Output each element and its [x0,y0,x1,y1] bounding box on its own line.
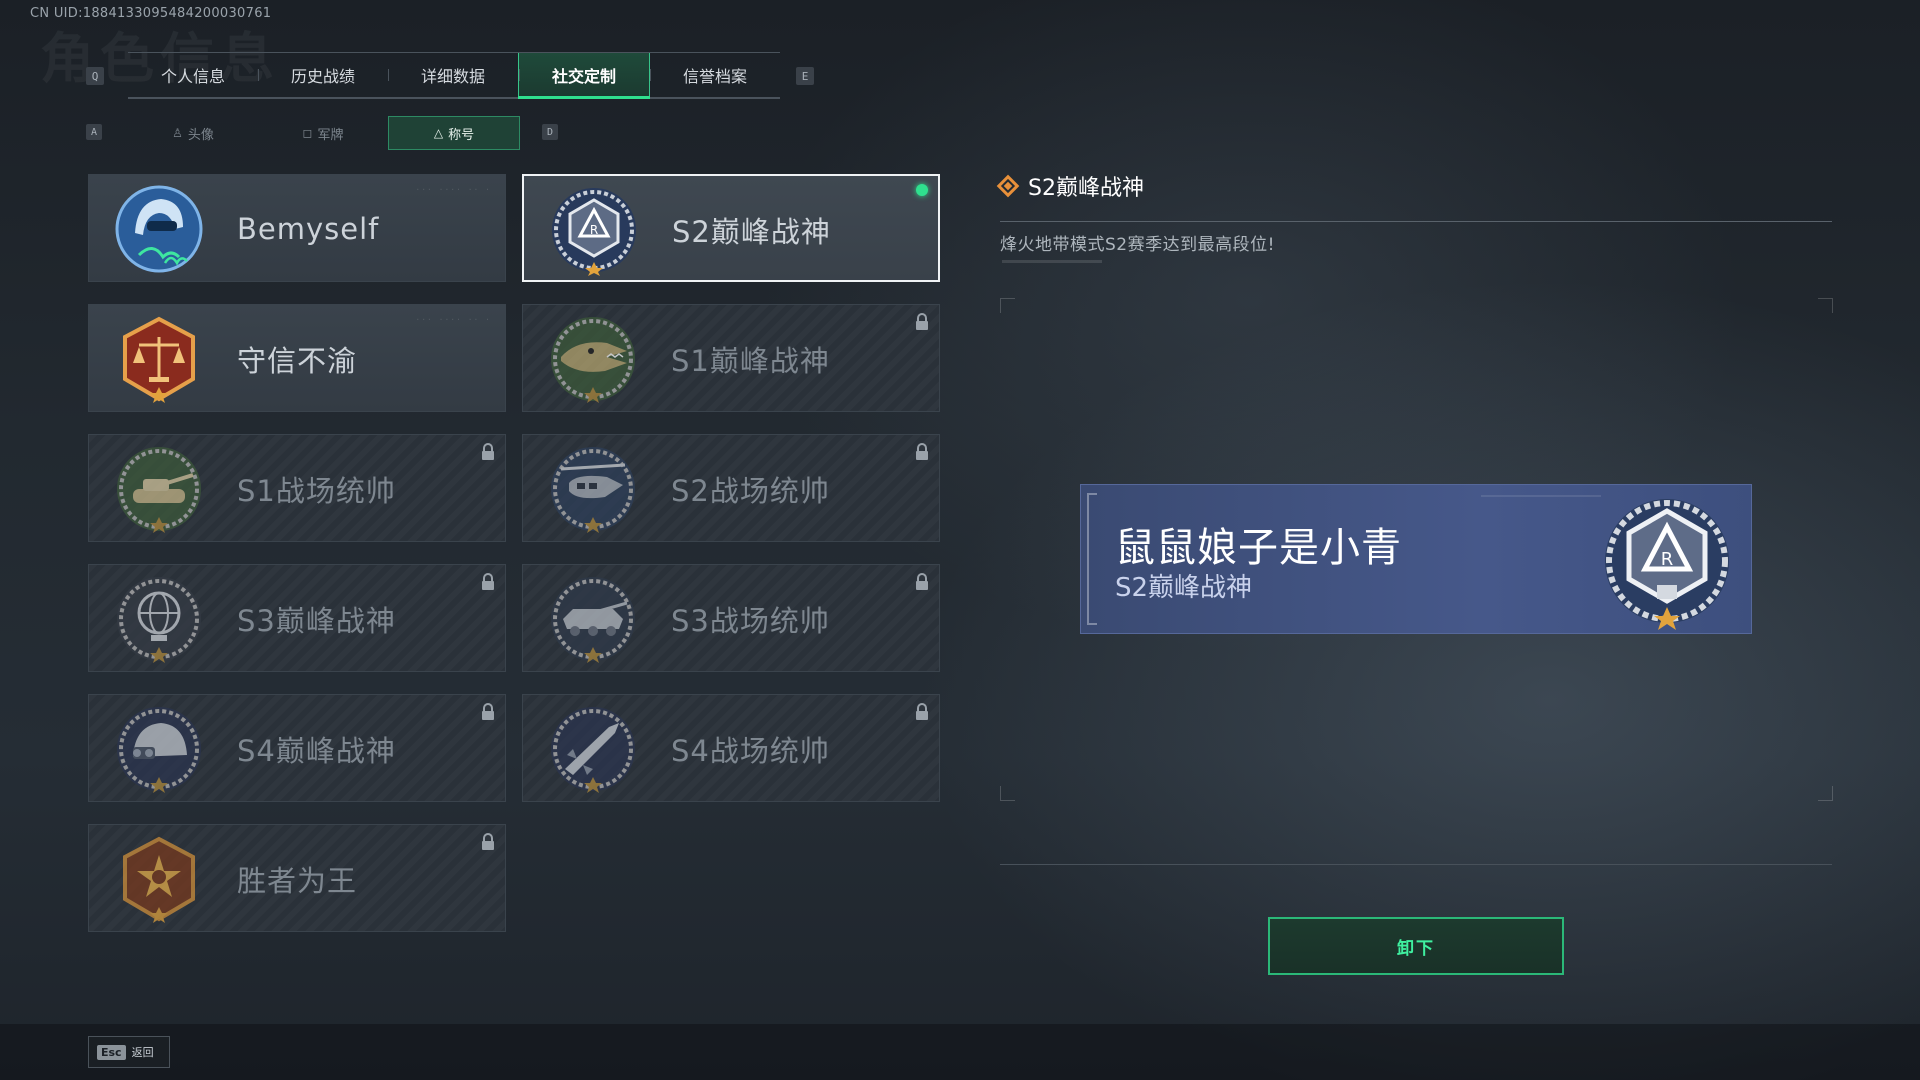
main-tab-row: 个人信息 历史战绩 详细数据 社交定制 信誉档案 [128,52,780,99]
lock-icon [916,703,928,720]
scales-badge-icon [123,316,195,403]
title-card-s1-commander[interactable]: S1战场统帅 [88,434,506,542]
esc-key-hint: Esc [97,1044,126,1060]
title-card-s4-peak[interactable]: S4巅峰战神 [88,694,506,802]
title-card-s3-peak[interactable]: S3巅峰战神 [88,564,506,672]
next-tab-key-hint[interactable]: E [796,67,814,85]
subtab-dogtag-label: 军牌 [317,127,344,143]
card-deco-text: ··· ···· ·· · [415,185,491,194]
frame-corner-br [1818,786,1833,801]
tab-match-history[interactable]: 历史战绩 [258,53,388,97]
helicopter-badge-icon [551,447,635,533]
detail-description: 烽火地带模式S2赛季达到最高段位! [1000,235,1275,255]
detail-divider [1000,221,1832,222]
sub-tab-row: ♙ 头像 ◻ 军牌 △ 称号 [128,116,520,150]
title-card-name: S2巅峰战神 [672,215,831,249]
person-icon: ♙ [172,126,183,140]
lock-icon [916,573,928,590]
subtab-avatar-label: 头像 [187,127,214,143]
footer-bar [0,1024,1920,1080]
title-card-name: S3巅峰战神 [237,604,396,638]
helmet-signature-badge-icon [115,185,203,273]
nvg-helmet-badge-icon [117,707,201,793]
prev-tab-key-hint[interactable]: Q [86,67,104,85]
tank-badge-icon [117,447,201,533]
dogtag-icon: ◻ [302,126,313,140]
title-card-name: 守信不渝 [237,344,358,378]
title-card-keep-faith[interactable]: 守信不渝 ··· ···· ·· · [88,304,506,412]
title-diamond-icon [996,174,1020,198]
preview-player-name: 鼠鼠娘子是小青 [1115,525,1402,571]
title-card-s4-commander[interactable]: S4战场统帅 [522,694,940,802]
bottom-divider [1000,864,1832,865]
medal-badge-icon [123,836,195,923]
title-icon: △ [433,126,444,140]
title-card-name: S4战场统帅 [671,734,830,768]
title-card-name: S3战场统帅 [671,604,830,638]
globe-badge-icon [117,577,201,663]
title-card-name: S4巅峰战神 [237,734,396,768]
lock-icon [916,313,928,330]
lock-icon [482,703,494,720]
detail-title-text: S2巅峰战神 [1028,176,1144,201]
back-button[interactable]: Esc 返回 [88,1036,170,1068]
frame-corner-tl [1000,298,1015,313]
preview-circuit-line [1481,495,1601,497]
title-card-name: Bemyself [237,212,380,246]
svg-text:R: R [1661,549,1674,570]
tab-credit-record[interactable]: 信誉档案 [650,53,780,97]
missile-badge-icon [551,707,635,793]
preview-title: S2巅峰战神 [1115,573,1253,603]
lock-icon [482,573,494,590]
title-preview-card: 鼠鼠娘子是小青 S2巅峰战神 R [1080,484,1752,634]
title-card-name: S1巅峰战神 [671,344,830,378]
description-deco-bar [1002,260,1102,263]
lock-icon [482,443,494,460]
title-card-s1-peak[interactable]: S1巅峰战神 [522,304,940,412]
equipped-indicator-dot [916,184,928,196]
lock-icon [482,833,494,850]
subtab-title-label: 称号 [448,127,475,143]
subtab-title[interactable]: △ 称号 [388,116,520,150]
armored-vehicle-badge-icon [551,577,635,663]
title-card-name: S1战场统帅 [237,474,396,508]
subtab-avatar[interactable]: ♙ 头像 [128,116,258,150]
frame-corner-bl [1000,786,1015,801]
title-card-winner-is-king[interactable]: 胜者为王 [88,824,506,932]
detail-title: S2巅峰战神 [996,170,1144,202]
tab-detailed-stats[interactable]: 详细数据 [388,53,518,97]
back-label: 返回 [131,1046,154,1059]
title-card-s2-peak[interactable]: R S2巅峰战神 [522,174,940,282]
frame-corner-tr [1818,298,1833,313]
subtab-dogtag[interactable]: ◻ 军牌 [258,116,388,150]
crocodile-badge-icon [551,317,635,403]
svg-text:R: R [590,223,598,237]
s2-peak-badge-icon: R [552,188,636,276]
prev-subtab-key-hint[interactable]: A [86,124,102,140]
next-subtab-key-hint[interactable]: D [542,124,558,140]
card-deco-text: ··· ···· ·· · [415,315,491,324]
title-card-name: 胜者为王 [237,864,358,898]
lock-icon [916,443,928,460]
title-card-bemyself[interactable]: Bemyself ··· ···· ·· · [88,174,506,282]
title-card-s3-commander[interactable]: S3战场统帅 [522,564,940,672]
title-card-name: S2战场统帅 [671,474,830,508]
s2-peak-large-badge-icon: R [1605,499,1729,630]
preview-bracket [1087,493,1097,625]
tab-social-customization[interactable]: 社交定制 [518,53,650,99]
unequip-button[interactable]: 卸下 [1268,917,1564,975]
tab-personal-info[interactable]: 个人信息 [128,53,258,97]
title-card-s2-commander[interactable]: S2战场统帅 [522,434,940,542]
